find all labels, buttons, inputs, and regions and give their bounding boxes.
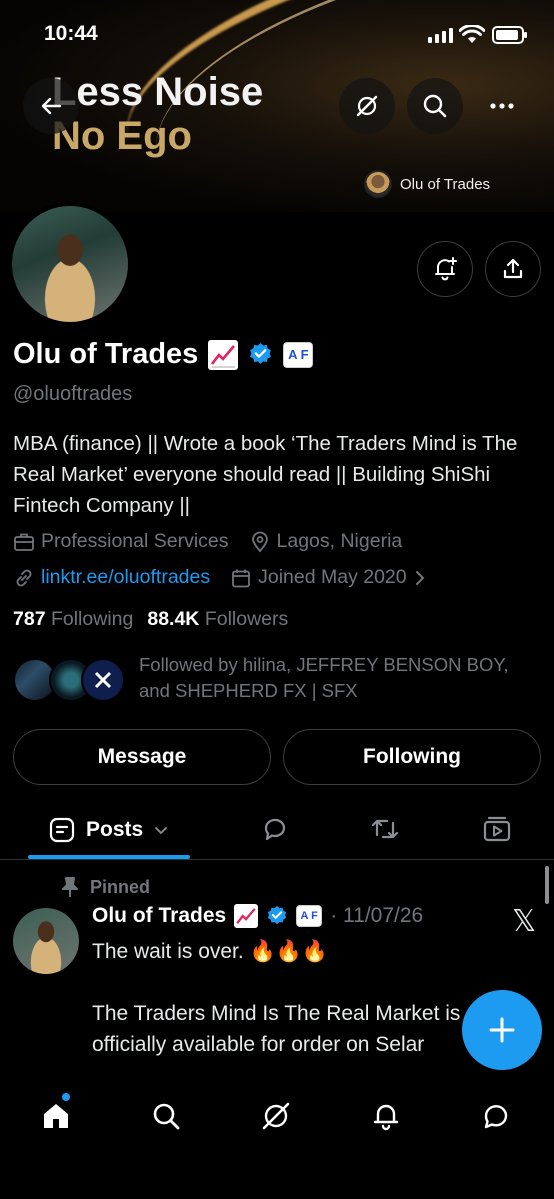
post-author-name[interactable]: Olu of Trades [92, 904, 226, 928]
profile-name: Olu of Trades A F [13, 338, 314, 371]
pin-icon [62, 877, 78, 897]
chevron-right-icon[interactable] [413, 568, 427, 588]
following-count: 787 [13, 608, 46, 630]
nav-messages[interactable] [476, 1096, 516, 1136]
tab-replies[interactable] [258, 812, 292, 846]
followed-by-text: Followed by hilina, JEFFREY BENSON BOY, … [139, 654, 509, 701]
post-header: Olu of Trades A F · 11/07/26 [92, 904, 423, 928]
bell-plus-icon [435, 257, 457, 281]
tab-reposts[interactable] [368, 812, 402, 846]
tab-posts[interactable]: Posts [28, 800, 190, 860]
chart-emoji-icon [208, 339, 239, 370]
post-body[interactable]: The wait is over. 🔥🔥🔥 The Traders Mind I… [92, 936, 492, 1060]
link-icon [16, 569, 32, 586]
tab-posts-label: Posts [86, 818, 144, 841]
notifications-icon [373, 1104, 399, 1131]
grok-icon [356, 95, 378, 117]
following-label: Following [50, 608, 134, 630]
status-bar: 10:44 [0, 0, 554, 70]
scrollbar[interactable] [545, 866, 549, 904]
compose-button[interactable] [462, 990, 542, 1070]
tab-posts-indicator [28, 855, 190, 859]
grok-button[interactable] [339, 78, 395, 134]
wifi-icon [459, 25, 485, 43]
plus-icon [489, 1017, 515, 1043]
messages-icon [484, 1105, 508, 1129]
followed-by-avatars [13, 652, 125, 702]
message-button[interactable]: Message [13, 729, 271, 785]
banner-owner-name: Olu of Trades [400, 175, 491, 193]
verified-icon[interactable] [248, 342, 273, 367]
profile-tabs: Posts [0, 800, 554, 860]
nav-home[interactable] [36, 1096, 76, 1136]
followers-count: 88.4K [147, 608, 200, 630]
reply-icon [264, 818, 286, 841]
following-button[interactable]: Following [283, 729, 541, 785]
grok-icon [262, 1102, 290, 1130]
post-affiliate-badge: A F [296, 905, 323, 927]
banner-line1: Less Noise [52, 70, 264, 114]
status-time: 10:44 [44, 22, 98, 45]
pinned-label: Pinned [60, 876, 150, 898]
home-icon [44, 1104, 68, 1128]
calendar-icon [232, 569, 251, 587]
search-button[interactable] [407, 78, 463, 134]
following-link[interactable]: 787 Following [13, 608, 133, 631]
tab-media[interactable] [480, 812, 514, 846]
follower-avatar-3 [81, 658, 125, 702]
verified-icon[interactable] [266, 905, 288, 927]
followers-link[interactable]: 88.4K Followers [147, 608, 288, 631]
nav-search[interactable] [146, 1096, 186, 1136]
more-icon [490, 103, 514, 109]
share-profile-button[interactable] [485, 241, 541, 297]
chart-emoji-icon [234, 904, 259, 928]
profile-location: Lagos, Nigeria [276, 530, 403, 552]
banner-owner-avatar [364, 170, 392, 198]
more-button[interactable] [474, 78, 530, 134]
chevron-down-icon [155, 827, 168, 835]
banner-owner: Olu of Trades [364, 170, 490, 198]
profile-category: Professional Services [41, 530, 229, 552]
followers-label: Followers [204, 608, 289, 630]
banner-text: Less Noise No Ego [52, 70, 263, 158]
profile-meta-row-1: Professional Services Lagos, Nigeria [13, 530, 402, 553]
media-icon [483, 816, 511, 842]
followed-by[interactable]: Followed by hilina, JEFFREY BENSON BOY, … [13, 652, 539, 704]
post-line-1: The wait is over. 🔥🔥🔥 [92, 940, 329, 963]
x-logo-icon[interactable]: 𝕏 [512, 904, 536, 939]
affiliate-badge[interactable]: A F [283, 341, 314, 368]
share-icon [503, 258, 523, 279]
post-author-avatar[interactable] [13, 908, 79, 974]
profile-bio: MBA (finance) || Wrote a book ‘The Trade… [13, 432, 518, 517]
search-icon [153, 1103, 180, 1130]
banner-line2: No Ego [52, 114, 192, 158]
signal-icon [428, 28, 453, 43]
pinned-text: Pinned [90, 876, 151, 897]
search-icon [423, 94, 447, 118]
post-line-2: The Traders Mind Is The Real Market is o… [92, 1002, 461, 1056]
profile-meta-row-2: linktr.ee/oluoftrades Joined May 2020 [13, 566, 427, 589]
home-unread-dot [62, 1093, 70, 1101]
briefcase-icon [14, 533, 34, 551]
follow-counts: 787 Following 88.4K Followers [13, 608, 288, 631]
profile-joined: Joined May 2020 [258, 566, 407, 588]
bottom-nav [0, 1072, 554, 1199]
post-date[interactable]: · 11/07/26 [330, 904, 423, 928]
nav-notifications[interactable] [366, 1096, 406, 1136]
back-arrow-icon [41, 97, 62, 115]
profile-name-text: Olu of Trades [13, 338, 199, 370]
profile-handle: @oluoftrades [13, 383, 133, 405]
notify-button[interactable] [417, 241, 473, 297]
profile-link[interactable]: linktr.ee/oluoftrades [41, 566, 210, 589]
battery-icon [492, 26, 527, 44]
posts-icon [49, 817, 75, 843]
nav-grok[interactable] [256, 1096, 296, 1136]
profile-avatar[interactable] [8, 202, 132, 326]
location-icon [251, 531, 268, 552]
back-button[interactable] [23, 78, 79, 134]
repost-icon [371, 819, 399, 839]
